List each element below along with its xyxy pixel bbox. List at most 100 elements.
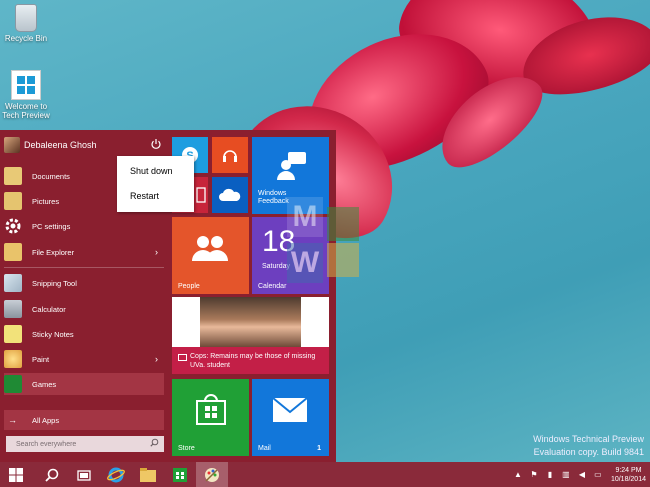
search-placeholder: Search everywhere xyxy=(16,440,77,448)
clock-time: 9:24 PM xyxy=(615,466,642,474)
mail-count-badge: 1 xyxy=(317,445,321,452)
chevron-right-icon[interactable]: › xyxy=(155,247,158,257)
restart-option[interactable]: Restart xyxy=(117,184,194,208)
menu-item-label: PC settings xyxy=(32,221,71,231)
search-input[interactable]: Search everywhere xyxy=(6,436,164,452)
clock[interactable]: 9:24 PM 10/18/2014 xyxy=(611,466,646,484)
avatar xyxy=(4,137,20,153)
search-button[interactable] xyxy=(36,462,68,487)
task-view-button[interactable] xyxy=(68,462,100,487)
video-icon xyxy=(196,187,206,203)
all-apps-button[interactable]: → All Apps xyxy=(4,410,164,430)
taskbar-store[interactable] xyxy=(164,462,196,487)
menu-item-calculator[interactable]: Calculator xyxy=(4,298,164,320)
search-icon[interactable] xyxy=(150,438,159,449)
menu-item-paint[interactable]: Paint › xyxy=(4,348,164,370)
internet-explorer-icon xyxy=(107,467,125,482)
envelope-icon xyxy=(272,397,308,422)
taskbar-file-explorer[interactable] xyxy=(132,462,164,487)
clock-date: 10/18/2014 xyxy=(610,475,646,483)
taskbar-internet-explorer[interactable] xyxy=(100,462,132,487)
evaluation-watermark: Windows Technical Preview Evaluation cop… xyxy=(533,433,644,459)
volume-icon[interactable]: ◀ xyxy=(577,470,587,480)
menu-item-label: Snipping Tool xyxy=(32,278,77,288)
feedback-icon xyxy=(277,152,306,180)
site-watermark: M W xyxy=(287,197,367,289)
sticky-notes-icon xyxy=(4,325,22,343)
chevron-up-icon[interactable]: ▲ xyxy=(513,470,523,480)
power-menu: Shut down Restart xyxy=(117,156,194,212)
tile-store[interactable]: Store xyxy=(172,379,249,456)
evaluation-line-2: Evaluation copy. Build 9841 xyxy=(533,447,644,457)
desktop-icon-label: Welcome to Tech Preview xyxy=(2,102,50,120)
tile-label: Store xyxy=(178,445,195,452)
cloud-icon xyxy=(219,188,241,201)
evaluation-line-1: Windows Technical Preview xyxy=(533,434,644,444)
watermark-square xyxy=(327,243,359,277)
desktop-icon-label: Recycle Bin xyxy=(4,34,48,43)
tile-onedrive[interactable] xyxy=(212,177,248,213)
people-icon xyxy=(192,236,228,261)
search-icon xyxy=(45,468,59,482)
windows-logo-icon xyxy=(11,70,41,100)
desktop-icon-recycle-bin[interactable]: Recycle Bin xyxy=(0,4,52,43)
watermark-letter: W xyxy=(287,243,323,283)
file-explorer-icon xyxy=(4,243,22,261)
all-apps-label: All Apps xyxy=(32,415,60,425)
folder-icon xyxy=(140,467,156,482)
games-icon xyxy=(4,375,22,393)
menu-item-label: Games xyxy=(32,379,57,389)
keyboard-icon[interactable]: ▭ xyxy=(593,470,603,480)
news-headline: Cops: Remains may be those of missing UV… xyxy=(190,353,316,369)
snipping-tool-icon xyxy=(4,274,22,292)
battery-icon[interactable]: ▮ xyxy=(545,470,555,480)
menu-item-label: Documents xyxy=(32,171,70,181)
tile-mail[interactable]: Mail 1 xyxy=(252,379,329,456)
menu-item-games[interactable]: Games xyxy=(4,373,164,395)
chevron-right-icon[interactable]: › xyxy=(155,354,158,364)
tile-label: Mail xyxy=(258,445,271,452)
menu-item-snipping-tool[interactable]: Snipping Tool xyxy=(4,272,164,294)
windows-logo-icon xyxy=(9,467,23,482)
settings-icon xyxy=(4,217,22,235)
network-icon[interactable]: ▥ xyxy=(561,470,571,480)
menu-item-label: Sticky Notes xyxy=(32,329,74,339)
watermark-square xyxy=(327,207,359,241)
shut-down-option[interactable]: Shut down xyxy=(117,159,194,183)
tile-people[interactable]: People xyxy=(172,217,249,294)
news-photo xyxy=(200,297,301,347)
headphones-icon xyxy=(223,150,237,162)
system-tray: ▲ ⚑ ▮ ▥ ◀ ▭ 9:24 PM 10/18/2014 xyxy=(513,462,646,487)
watermark-letter: M xyxy=(287,197,323,237)
news-photo-border xyxy=(172,297,200,347)
news-icon xyxy=(178,354,187,361)
power-icon[interactable] xyxy=(150,138,162,150)
store-icon xyxy=(173,467,187,482)
calendar-weekday: Saturday xyxy=(262,263,291,270)
task-view-icon xyxy=(77,469,91,481)
taskbar-paint[interactable] xyxy=(196,462,228,487)
desktop-icon-welcome[interactable]: Welcome to Tech Preview xyxy=(0,70,52,120)
menu-item-file-explorer[interactable]: File Explorer › xyxy=(4,241,164,263)
menu-item-label: File Explorer xyxy=(32,247,75,257)
shopping-bag-icon xyxy=(196,394,226,425)
user-name: Debaleena Ghosh xyxy=(24,140,97,150)
menu-item-label: Paint xyxy=(32,354,50,364)
news-photo-border xyxy=(301,297,329,347)
menu-item-pc-settings[interactable]: PC settings xyxy=(4,215,164,237)
paint-icon xyxy=(4,350,22,368)
flag-icon[interactable]: ⚑ xyxy=(529,470,539,480)
taskbar: ▲ ⚑ ▮ ▥ ◀ ▭ 9:24 PM 10/18/2014 xyxy=(0,462,650,487)
user-account[interactable]: Debaleena Ghosh xyxy=(4,136,164,154)
tile-label: People xyxy=(178,283,200,290)
tile-news[interactable]: Cops: Remains may be those of missing UV… xyxy=(172,297,329,374)
pictures-icon xyxy=(4,192,22,210)
menu-item-sticky-notes[interactable]: Sticky Notes xyxy=(4,323,164,345)
documents-icon xyxy=(4,167,22,185)
arrow-right-icon: → xyxy=(8,415,17,425)
tile-music[interactable] xyxy=(212,137,248,173)
paint-icon xyxy=(205,467,219,482)
divider xyxy=(4,267,164,268)
tile-label: Calendar xyxy=(258,283,287,290)
start-button[interactable] xyxy=(0,462,32,487)
